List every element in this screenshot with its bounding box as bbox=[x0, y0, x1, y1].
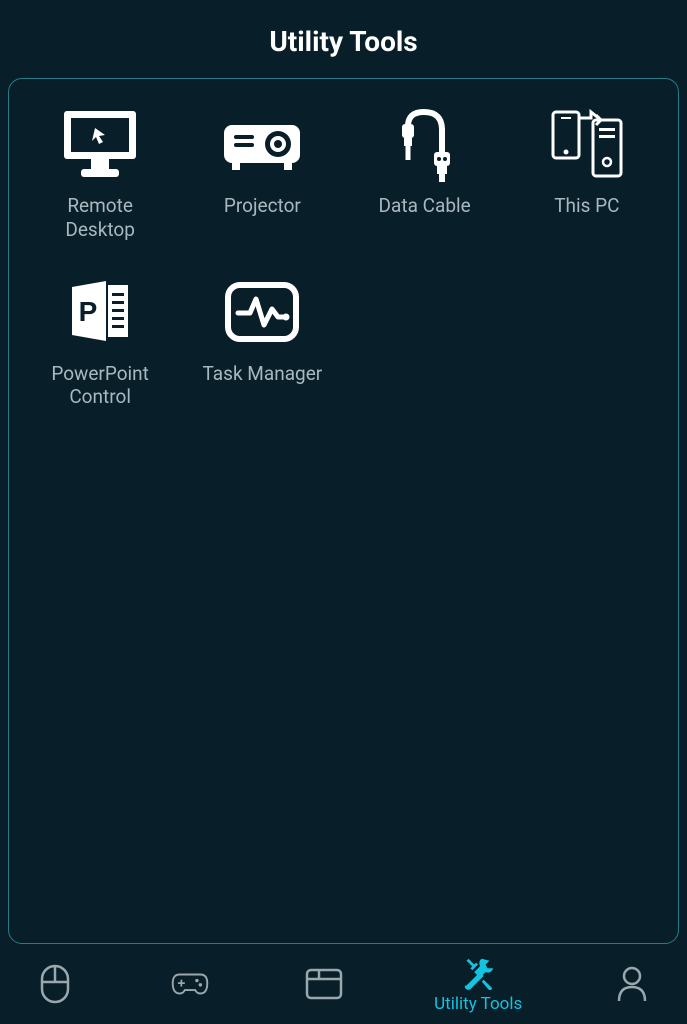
nav-utility-tools[interactable]: Utility Tools bbox=[434, 955, 522, 1014]
tool-label: Projector bbox=[224, 194, 301, 218]
data-cable-icon bbox=[385, 104, 465, 184]
bottom-navbar: Utility Tools bbox=[0, 944, 687, 1024]
powerpoint-icon: P bbox=[60, 272, 140, 352]
nav-touchpad[interactable] bbox=[299, 965, 349, 1003]
tools-panel: Remote Desktop Projector bbox=[8, 78, 679, 944]
page-header: Utility Tools bbox=[0, 0, 687, 78]
touchpad-icon bbox=[305, 965, 343, 1003]
page-title: Utility Tools bbox=[0, 25, 687, 58]
gamepad-icon bbox=[171, 965, 209, 1003]
tool-powerpoint-control[interactable]: P PowerPoint Control bbox=[24, 272, 176, 410]
tool-label: This PC bbox=[554, 194, 619, 218]
nav-label: Utility Tools bbox=[434, 994, 522, 1014]
tools-icon bbox=[459, 955, 497, 993]
tool-label: PowerPoint Control bbox=[51, 362, 149, 410]
tool-this-pc[interactable]: This PC bbox=[511, 104, 663, 242]
nav-user[interactable] bbox=[607, 965, 657, 1003]
tool-task-manager[interactable]: Task Manager bbox=[186, 272, 338, 410]
tool-label: Remote Desktop bbox=[65, 194, 135, 242]
this-pc-icon bbox=[547, 104, 627, 184]
user-icon bbox=[613, 965, 651, 1003]
remote-desktop-icon bbox=[60, 104, 140, 184]
tool-label: Task Manager bbox=[203, 362, 323, 386]
tool-label: Data Cable bbox=[379, 194, 471, 218]
projector-icon bbox=[222, 104, 302, 184]
tool-data-cable[interactable]: Data Cable bbox=[349, 104, 501, 242]
nav-mouse[interactable] bbox=[30, 965, 80, 1003]
nav-gamepad[interactable] bbox=[165, 965, 215, 1003]
task-manager-icon bbox=[222, 272, 302, 352]
tool-projector[interactable]: Projector bbox=[186, 104, 338, 242]
tool-remote-desktop[interactable]: Remote Desktop bbox=[24, 104, 176, 242]
svg-text:P: P bbox=[79, 296, 98, 327]
mouse-icon bbox=[36, 965, 74, 1003]
